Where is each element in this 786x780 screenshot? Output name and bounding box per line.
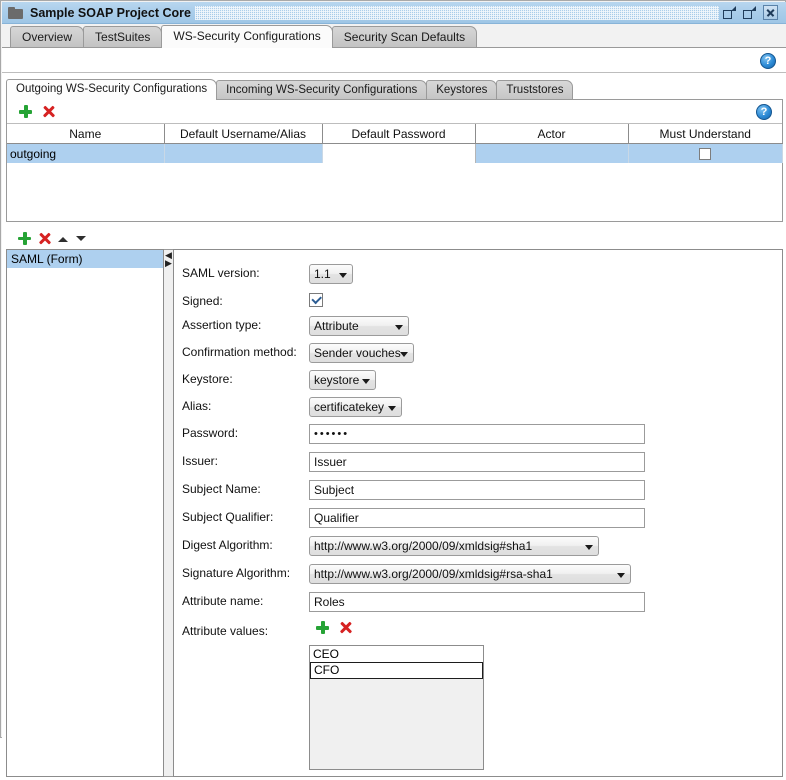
confirmation-method-combo[interactable]: Sender vouches: [309, 343, 414, 363]
label-signed: Signed:: [182, 294, 223, 308]
tab-keystores[interactable]: Keystores: [426, 80, 498, 100]
collapse-right-icon[interactable]: ▶: [165, 260, 172, 269]
tab-incoming-ws-security-configurations[interactable]: Incoming WS-Security Configurations: [216, 80, 428, 100]
remove-icon[interactable]: [38, 232, 51, 245]
field-row-password: Password: ••••••: [174, 422, 782, 446]
label-keystore: Keystore:: [182, 372, 233, 386]
close-window-icon[interactable]: [763, 5, 778, 20]
cell-default-password[interactable]: [322, 143, 476, 163]
tab-truststores[interactable]: Truststores: [496, 80, 574, 100]
add-icon[interactable]: [19, 105, 32, 118]
help-icon[interactable]: ?: [760, 53, 776, 69]
field-row-saml-version: SAML version: 1.1: [174, 262, 782, 286]
table-row[interactable]: outgoing: [7, 143, 783, 163]
attribute-name-field[interactable]: Roles: [309, 592, 645, 612]
label-subject-name: Subject Name:: [182, 482, 261, 496]
label-attribute-name: Attribute name:: [182, 594, 264, 608]
subject-name-field[interactable]: Subject: [309, 480, 645, 500]
signed-checkbox[interactable]: [309, 293, 323, 307]
window-title: Sample SOAP Project Core: [30, 5, 191, 20]
digest-algorithm-combo[interactable]: http://www.w3.org/2000/09/xmldsig#sha1: [309, 536, 599, 556]
label-subject-qualifier: Subject Qualifier:: [182, 510, 274, 524]
label-signature-algorithm: Signature Algorithm:: [182, 566, 291, 580]
cell-actor[interactable]: [475, 143, 629, 163]
tab-testsuites[interactable]: TestSuites: [83, 26, 163, 48]
entry-detail-area: SAML (Form) ◀ ▶ SAML version: 1.1 Signed…: [6, 228, 783, 780]
tab-outgoing-ws-security-configurations[interactable]: Outgoing WS-Security Configurations: [6, 79, 218, 100]
split-pane-divider[interactable]: ◀ ▶: [164, 249, 173, 777]
list-item[interactable]: CEO: [310, 646, 483, 662]
configurations-toolbar: ?: [7, 100, 782, 124]
list-item[interactable]: CFO: [310, 662, 483, 679]
label-saml-version: SAML version:: [182, 266, 260, 280]
column-header-name[interactable]: Name: [7, 124, 165, 144]
label-alias: Alias:: [182, 399, 212, 413]
field-row-digest-algorithm: Digest Algorithm: http://www.w3.org/2000…: [174, 534, 782, 558]
add-icon[interactable]: [18, 231, 31, 245]
must-understand-checkbox[interactable]: [699, 148, 711, 161]
move-down-icon[interactable]: [76, 233, 87, 244]
move-up-icon[interactable]: [58, 233, 69, 244]
issuer-field[interactable]: Issuer: [309, 452, 645, 472]
saml-version-combo[interactable]: 1.1: [309, 264, 353, 284]
tab-ws-security-configurations[interactable]: WS-Security Configurations: [161, 25, 333, 48]
field-row-signed: Signed:: [174, 290, 782, 314]
help-icon[interactable]: ?: [756, 104, 772, 120]
configurations-table: Name Default Username/Alias Default Pass…: [7, 124, 783, 163]
column-header-default-username[interactable]: Default Username/Alias: [164, 124, 323, 144]
attribute-values-toolbar: [316, 621, 352, 634]
field-row-issuer: Issuer: Issuer: [174, 450, 782, 474]
title-bar: Sample SOAP Project Core: [2, 2, 786, 24]
keystore-combo[interactable]: keystore: [309, 370, 376, 390]
entry-toolbar: [6, 228, 166, 248]
field-row-confirmation-method: Confirmation method: Sender vouches: [174, 341, 782, 365]
title-bar-grip: [194, 5, 719, 20]
label-digest-algorithm: Digest Algorithm:: [182, 538, 273, 552]
field-row-assertion-type: Assertion type: Attribute: [174, 314, 782, 338]
remove-icon[interactable]: [42, 105, 55, 118]
attribute-values-list[interactable]: CEO CFO: [309, 645, 484, 770]
assertion-type-combo[interactable]: Attribute: [309, 316, 409, 336]
tab-security-scan-defaults[interactable]: Security Scan Defaults: [331, 26, 478, 48]
add-icon[interactable]: [316, 621, 329, 634]
label-password: Password:: [182, 426, 239, 440]
application-window: Sample SOAP Project Core Overview TestSu…: [0, 0, 786, 777]
window-controls: [723, 5, 778, 20]
maximize-window-icon[interactable]: [743, 6, 756, 19]
project-tab-bar: Overview TestSuites WS-Security Configur…: [2, 24, 786, 48]
field-row-attribute-name: Attribute name: Roles: [174, 590, 782, 614]
field-row-subject-qualifier: Subject Qualifier: Qualifier: [174, 506, 782, 530]
column-header-actor[interactable]: Actor: [475, 124, 629, 144]
field-row-keystore: Keystore: keystore: [174, 368, 782, 392]
cell-name[interactable]: outgoing: [7, 143, 165, 163]
label-attribute-values: Attribute values:: [182, 624, 269, 638]
alias-combo[interactable]: certificatekey: [309, 397, 402, 417]
top-help-bar: [2, 48, 786, 73]
table-header-row: Name Default Username/Alias Default Pass…: [7, 124, 782, 144]
field-row-signature-algorithm: Signature Algorithm: http://www.w3.org/2…: [174, 562, 782, 586]
restore-window-icon[interactable]: [723, 6, 736, 19]
password-field[interactable]: ••••••: [309, 424, 645, 444]
folder-icon: [8, 6, 23, 19]
field-row-alias: Alias: certificatekey: [174, 395, 782, 419]
column-header-default-password[interactable]: Default Password: [322, 124, 476, 144]
outgoing-configurations-panel: ? Name Default Username/Alias Default Pa…: [6, 99, 783, 222]
column-header-must-understand[interactable]: Must Understand: [628, 124, 782, 144]
tab-overview[interactable]: Overview: [10, 26, 85, 48]
label-assertion-type: Assertion type:: [182, 318, 262, 332]
signature-algorithm-combo[interactable]: http://www.w3.org/2000/09/xmldsig#rsa-sh…: [309, 564, 631, 584]
list-item[interactable]: SAML (Form): [7, 250, 163, 268]
subject-qualifier-field[interactable]: Qualifier: [309, 508, 645, 528]
entry-list-panel: SAML (Form): [6, 249, 164, 777]
cell-default-username[interactable]: [164, 143, 323, 163]
field-row-subject-name: Subject Name: Subject: [174, 478, 782, 502]
remove-icon[interactable]: [339, 621, 352, 634]
ws-security-tab-bar: Outgoing WS-Security Configurations Inco…: [6, 78, 574, 100]
ws-security-configurations-panel: ? Outgoing WS-Security Configurations In…: [2, 47, 786, 777]
label-issuer: Issuer:: [182, 454, 219, 468]
saml-form-panel: SAML version: 1.1 Signed: Assertion type…: [173, 249, 783, 777]
label-confirmation-method: Confirmation method:: [182, 345, 297, 359]
cell-must-understand[interactable]: [628, 143, 783, 163]
